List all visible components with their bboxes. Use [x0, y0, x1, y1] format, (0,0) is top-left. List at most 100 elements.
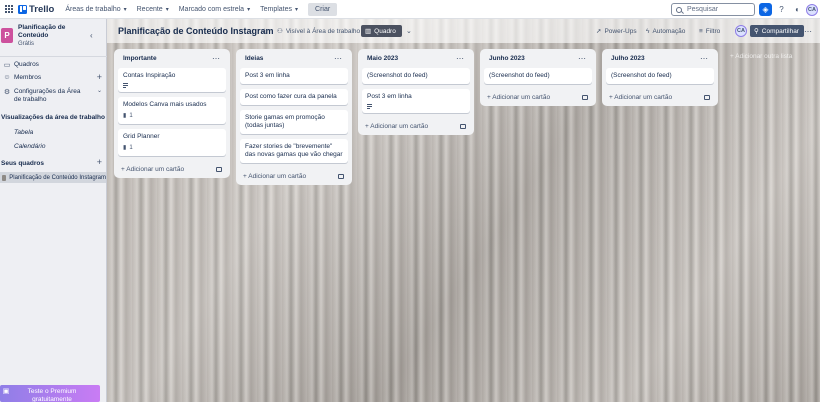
list-title: Maio 2023 — [367, 55, 399, 62]
more-options-icon[interactable]: ⋯ — [804, 25, 812, 37]
create-button[interactable]: Criar — [308, 2, 338, 16]
menu-recent[interactable]: Recente ▾ — [132, 3, 174, 16]
collapse-sidebar-icon[interactable]: ‹ — [90, 31, 93, 40]
add-card-label: Adicionar um cartão — [492, 94, 551, 101]
list-menu-icon[interactable]: ⋯ — [456, 54, 464, 63]
sidebar-view-table[interactable]: Tabela — [14, 129, 33, 136]
list-menu-icon[interactable]: ⋯ — [578, 54, 586, 63]
board-header: Planificação de Conteúdo Instagram ☆ ⚇ V… — [107, 19, 820, 43]
card[interactable]: Fazer stories de "brevemente" das novas … — [240, 139, 348, 163]
board-view-label: Quadro — [374, 27, 396, 35]
add-card-button[interactable]: + Adicionar um cartão — [606, 89, 714, 106]
card-template-icon[interactable] — [460, 124, 466, 129]
card[interactable]: Post 3 em linha — [240, 68, 348, 84]
workspace-logo[interactable]: P — [1, 28, 13, 43]
menu-starred-label: Marcado com estrela — [178, 5, 245, 13]
card[interactable]: Grid Planner ▮ 1 — [118, 129, 226, 156]
search-input[interactable]: Pesquisar — [671, 3, 755, 16]
list-julho-2023: Julho 2023 ⋯ (Screenshot do feed) + Adic… — [602, 49, 718, 106]
list-menu-icon[interactable]: ⋯ — [700, 54, 708, 63]
card-badges: ▮ 1 — [123, 144, 221, 152]
menu-workspaces[interactable]: Áreas de trabalho ▾ — [60, 3, 131, 16]
add-list-label: Adicionar outra lista — [735, 53, 793, 60]
menu-templates[interactable]: Templates ▾ — [255, 3, 303, 16]
card-title: Fazer stories de "brevemente" das novas … — [245, 143, 343, 158]
rocket-icon: ➚ — [596, 28, 602, 35]
list-header[interactable]: Junho 2023 ⋯ — [484, 49, 592, 68]
add-board-icon[interactable]: + — [97, 158, 102, 167]
checklist-icon: ▮ — [123, 145, 127, 151]
powerups-button[interactable]: ➚ Power-Ups — [596, 25, 637, 37]
add-card-button[interactable]: + Adicionar um cartão — [484, 89, 592, 106]
card-template-icon[interactable] — [704, 95, 710, 100]
add-card-button[interactable]: + Adicionar um cartão — [118, 161, 226, 178]
list-header[interactable]: Ideias ⋯ — [240, 49, 348, 68]
chevron-down-icon[interactable]: ⌄ — [406, 25, 412, 37]
card[interactable]: (Screenshot do feed) — [606, 68, 714, 84]
gift-icon: ▣ — [2, 388, 10, 395]
sidebar-view-calendar[interactable]: Calendário — [14, 143, 45, 150]
gear-icon: ⚙ — [3, 89, 11, 96]
user-avatar[interactable]: CA — [806, 3, 818, 16]
star-icon[interactable]: ☆ — [261, 25, 268, 37]
card-badges — [367, 104, 465, 109]
board-thumbnail — [2, 174, 7, 181]
list-menu-icon[interactable]: ⋯ — [334, 54, 342, 63]
automation-button[interactable]: ϟ Automação — [646, 25, 685, 37]
card-template-icon[interactable] — [216, 167, 222, 172]
menu-recent-label: Recente — [136, 5, 163, 13]
notifications-icon[interactable]: ◈ — [759, 3, 772, 16]
list-header[interactable]: Importante ⋯ — [118, 49, 226, 68]
sidebar: P Planificação de Conteúdo Grátis ‹ ▭ Qu… — [0, 19, 107, 402]
add-card-label: Adicionar um cartão — [126, 166, 185, 173]
visibility-button[interactable]: ⚇ Visível à Área de trabalho — [277, 25, 360, 37]
description-icon — [123, 83, 128, 88]
app-switcher-icon[interactable] — [4, 4, 14, 14]
chevron-down-icon[interactable]: ⌄ — [97, 88, 102, 95]
board-title[interactable]: Planificação de Conteúdo Instagram — [118, 26, 274, 36]
app-name: Trello — [29, 3, 55, 15]
search-placeholder: Pesquisar — [687, 6, 719, 13]
card[interactable]: Post como fazer cura da panela — [240, 89, 348, 105]
list-importante: Importante ⋯ Contas Inspiração Modelos C… — [114, 49, 230, 178]
card[interactable]: Modelos Canva mais usados ▮ 1 — [118, 97, 226, 124]
add-list-button[interactable]: + Adicionar outra lista — [730, 53, 810, 69]
board-view-icon: ▥ — [365, 28, 372, 35]
list-title: Julho 2023 — [611, 55, 645, 62]
sidebar-item-members[interactable]: ☺ Membros + — [0, 73, 107, 82]
sidebar-board-item[interactable]: Planificação de Conteúdo Instagram — [0, 172, 106, 183]
card[interactable]: Post 3 em linha — [362, 89, 470, 113]
card-template-icon[interactable] — [582, 95, 588, 100]
board-view-button[interactable]: ▥ Quadro — [361, 25, 402, 37]
help-icon[interactable]: ? — [775, 3, 788, 16]
list-header[interactable]: Maio 2023 ⋯ — [362, 49, 470, 68]
lightning-icon: ϟ — [646, 27, 650, 35]
theme-icon[interactable]: ◐ — [791, 3, 804, 16]
add-member-icon[interactable]: + — [97, 73, 102, 82]
workspace-plan: Grátis — [18, 41, 35, 47]
card[interactable]: Contas Inspiração — [118, 68, 226, 92]
trello-logo[interactable]: Trello — [18, 4, 54, 15]
card-badges: ▮ 1 — [123, 112, 221, 120]
workspace-name[interactable]: Planificação de Conteúdo — [18, 24, 78, 40]
sidebar-item-boards-label: Quadros — [14, 61, 39, 68]
list-header[interactable]: Julho 2023 ⋯ — [606, 49, 714, 68]
card-template-icon[interactable] — [338, 174, 344, 179]
filter-button[interactable]: ≡ Filtro — [699, 25, 720, 37]
try-premium-button[interactable]: ▣ Teste o Premium gratuitamente — [0, 385, 100, 402]
people-icon: ⚇ — [277, 28, 283, 35]
list-menu-icon[interactable]: ⋯ — [212, 54, 220, 63]
share-button[interactable]: ⚲ Compartilhar — [750, 25, 804, 37]
add-card-button[interactable]: + Adicionar um cartão — [362, 118, 470, 135]
sidebar-item-settings[interactable]: ⚙ Configurações da Área de trabalho ⌄ — [0, 88, 107, 104]
card[interactable]: (Screenshot do feed) — [362, 68, 470, 84]
sidebar-item-boards[interactable]: ▭ Quadros — [0, 61, 107, 69]
powerups-label: Power-Ups — [604, 27, 637, 35]
add-card-button[interactable]: + Adicionar um cartão — [240, 168, 348, 185]
card[interactable]: Storie gamas em promoção (todas juntas) — [240, 110, 348, 134]
member-avatar[interactable]: CA — [735, 25, 747, 37]
try-premium-label: Teste o Premium gratuitamente — [27, 388, 77, 402]
sidebar-board-label: Planificação de Conteúdo Instagram — [9, 174, 106, 181]
menu-starred[interactable]: Marcado com estrela ▾ — [174, 3, 255, 16]
card[interactable]: (Screenshot do feed) — [484, 68, 592, 84]
